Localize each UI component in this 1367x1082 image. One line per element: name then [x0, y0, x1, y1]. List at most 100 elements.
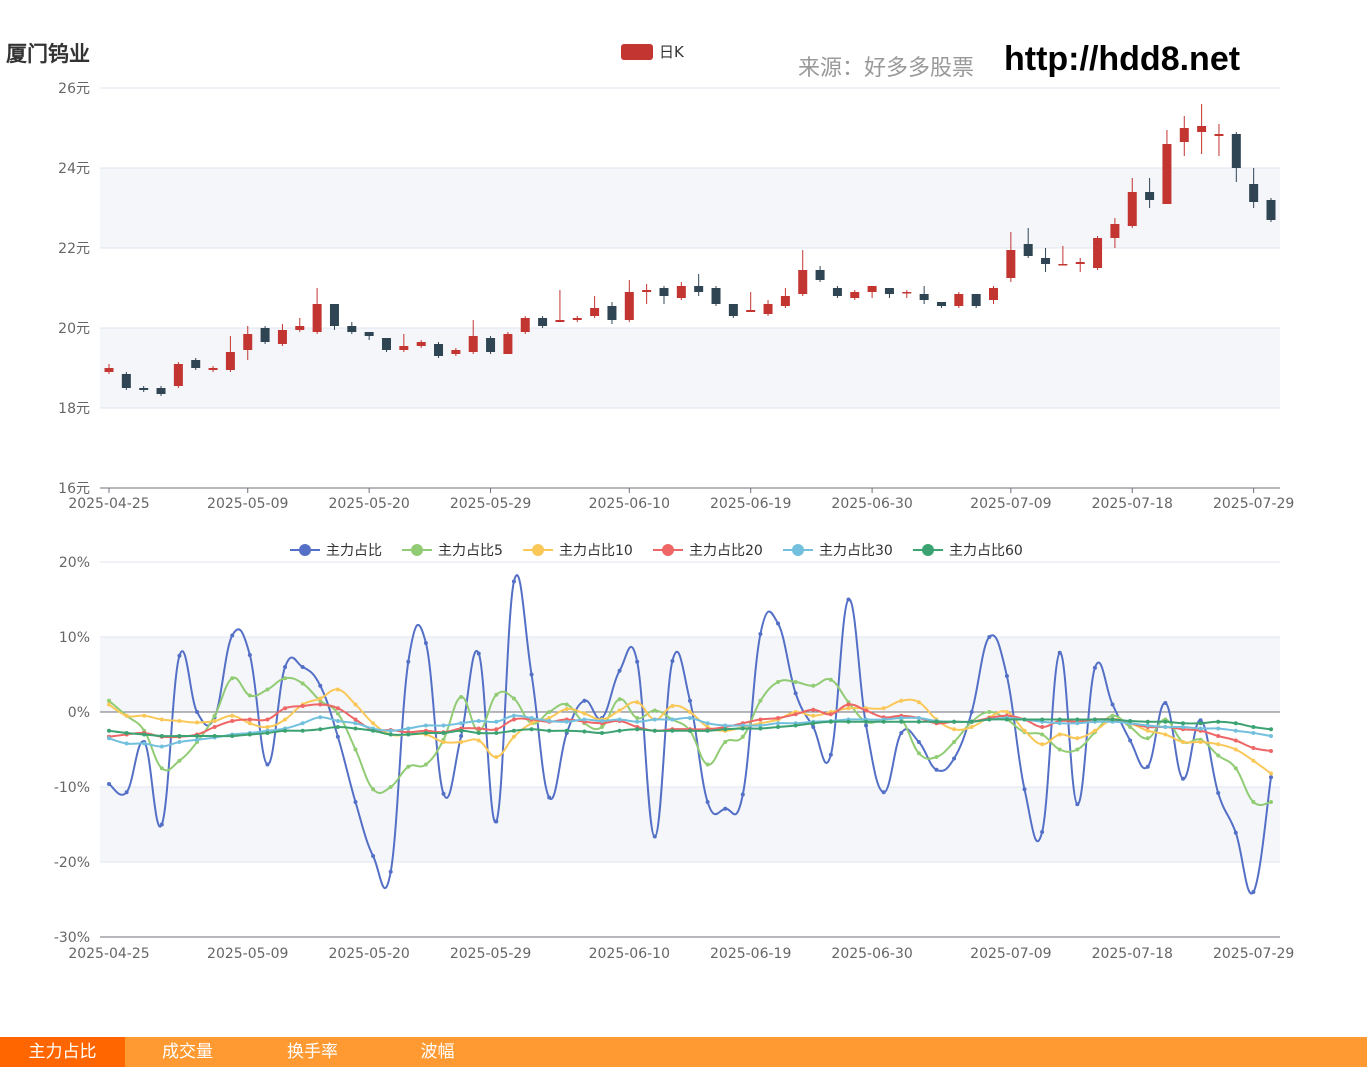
legend-swatch-daily-k — [621, 44, 653, 60]
tab-turnover-rate[interactable]: 换手率 — [250, 1037, 375, 1067]
series-point — [230, 734, 235, 738]
series-point — [459, 740, 464, 744]
candle-body — [971, 294, 981, 306]
tab-main-force-ratio[interactable]: 主力占比 — [0, 1037, 125, 1067]
series-point — [846, 597, 851, 602]
candle-body — [1110, 224, 1120, 238]
x-tick-label: 2025-04-25 — [68, 496, 149, 512]
candle-body — [711, 288, 721, 304]
tab-amplitude[interactable]: 波幅 — [375, 1037, 500, 1067]
candle-body — [1093, 238, 1103, 268]
x-tick-label: 2025-06-10 — [589, 496, 670, 512]
series-point — [1057, 721, 1062, 726]
series-point — [547, 728, 552, 733]
candle-body — [381, 338, 391, 350]
candle-body — [260, 328, 270, 342]
series-point — [1145, 764, 1150, 769]
series-point — [159, 766, 164, 771]
series-point — [1233, 721, 1238, 726]
series-point — [107, 728, 111, 733]
series-point — [670, 717, 675, 722]
series-point — [353, 800, 358, 804]
series-point — [1198, 740, 1203, 744]
series-point — [212, 734, 217, 738]
legend-marker — [792, 544, 804, 556]
series-point — [811, 707, 816, 712]
legend-marker — [411, 544, 423, 556]
y-tick-label: -20% — [54, 855, 90, 871]
tab-volume[interactable]: 成交量 — [125, 1037, 250, 1067]
series-point — [1092, 665, 1097, 670]
series-point — [1092, 717, 1097, 722]
series-point — [406, 726, 411, 731]
series-point — [1004, 717, 1009, 722]
series-point — [1075, 747, 1080, 752]
series-point — [916, 700, 921, 705]
x-tick-label: 2025-07-18 — [1092, 496, 1173, 512]
series-point — [1163, 701, 1168, 705]
series-point — [1040, 717, 1045, 722]
series-point — [212, 725, 217, 729]
candle-body — [312, 304, 322, 332]
series-point — [1251, 731, 1256, 735]
series-point — [723, 740, 728, 744]
series-point — [459, 728, 464, 733]
candle-body — [1266, 200, 1276, 220]
x-tick-label: 2025-06-30 — [831, 946, 912, 962]
series-point — [1251, 800, 1256, 804]
candle-body — [798, 270, 808, 294]
candle-body — [104, 368, 114, 372]
series-point — [1145, 728, 1150, 733]
series-point — [635, 716, 640, 720]
legend-label: 主力占比5 — [438, 543, 503, 559]
grid-band — [100, 328, 1280, 408]
series-point — [459, 695, 464, 699]
series-point — [406, 732, 411, 737]
series-point — [1216, 791, 1221, 795]
series-point — [811, 683, 816, 688]
series-point — [142, 741, 147, 746]
candle-body — [486, 338, 496, 352]
candle-body — [1162, 144, 1172, 204]
series-point — [476, 651, 481, 656]
y-tick-label: 0% — [68, 705, 90, 721]
candle-body — [121, 374, 131, 388]
series-point — [1128, 725, 1133, 729]
legend-label: 主力占比20 — [689, 543, 763, 559]
candle-body — [624, 292, 634, 320]
series-point — [776, 680, 781, 684]
candle-body — [676, 286, 686, 298]
series-point — [987, 710, 992, 714]
candle-body — [139, 388, 149, 390]
series-point — [247, 653, 252, 657]
candle-body — [1058, 264, 1068, 266]
y-tick-label: 10% — [59, 630, 90, 646]
series-point — [371, 721, 376, 726]
series-point — [688, 710, 692, 714]
candle-body — [832, 288, 842, 296]
series-point — [652, 717, 657, 722]
series-point — [864, 719, 869, 724]
series-point — [159, 734, 164, 738]
series-point — [1180, 740, 1185, 744]
series-point — [441, 723, 446, 728]
series-point — [1057, 747, 1062, 752]
x-tick-label: 2025-04-25 — [68, 946, 149, 962]
series-point — [107, 698, 111, 703]
series-point — [300, 681, 305, 686]
series-point — [881, 719, 886, 724]
series-point — [142, 713, 147, 718]
series-point — [1040, 725, 1045, 729]
series-point — [1198, 721, 1203, 726]
series-point — [916, 719, 921, 724]
series-point — [952, 756, 957, 761]
series-point — [283, 706, 288, 711]
series-point — [670, 728, 675, 733]
series-point — [776, 721, 781, 726]
series-point — [107, 736, 111, 741]
series-point — [529, 672, 534, 677]
series-point — [881, 706, 886, 711]
series-point — [511, 734, 516, 739]
series-point — [371, 787, 376, 792]
series-point — [740, 734, 745, 739]
